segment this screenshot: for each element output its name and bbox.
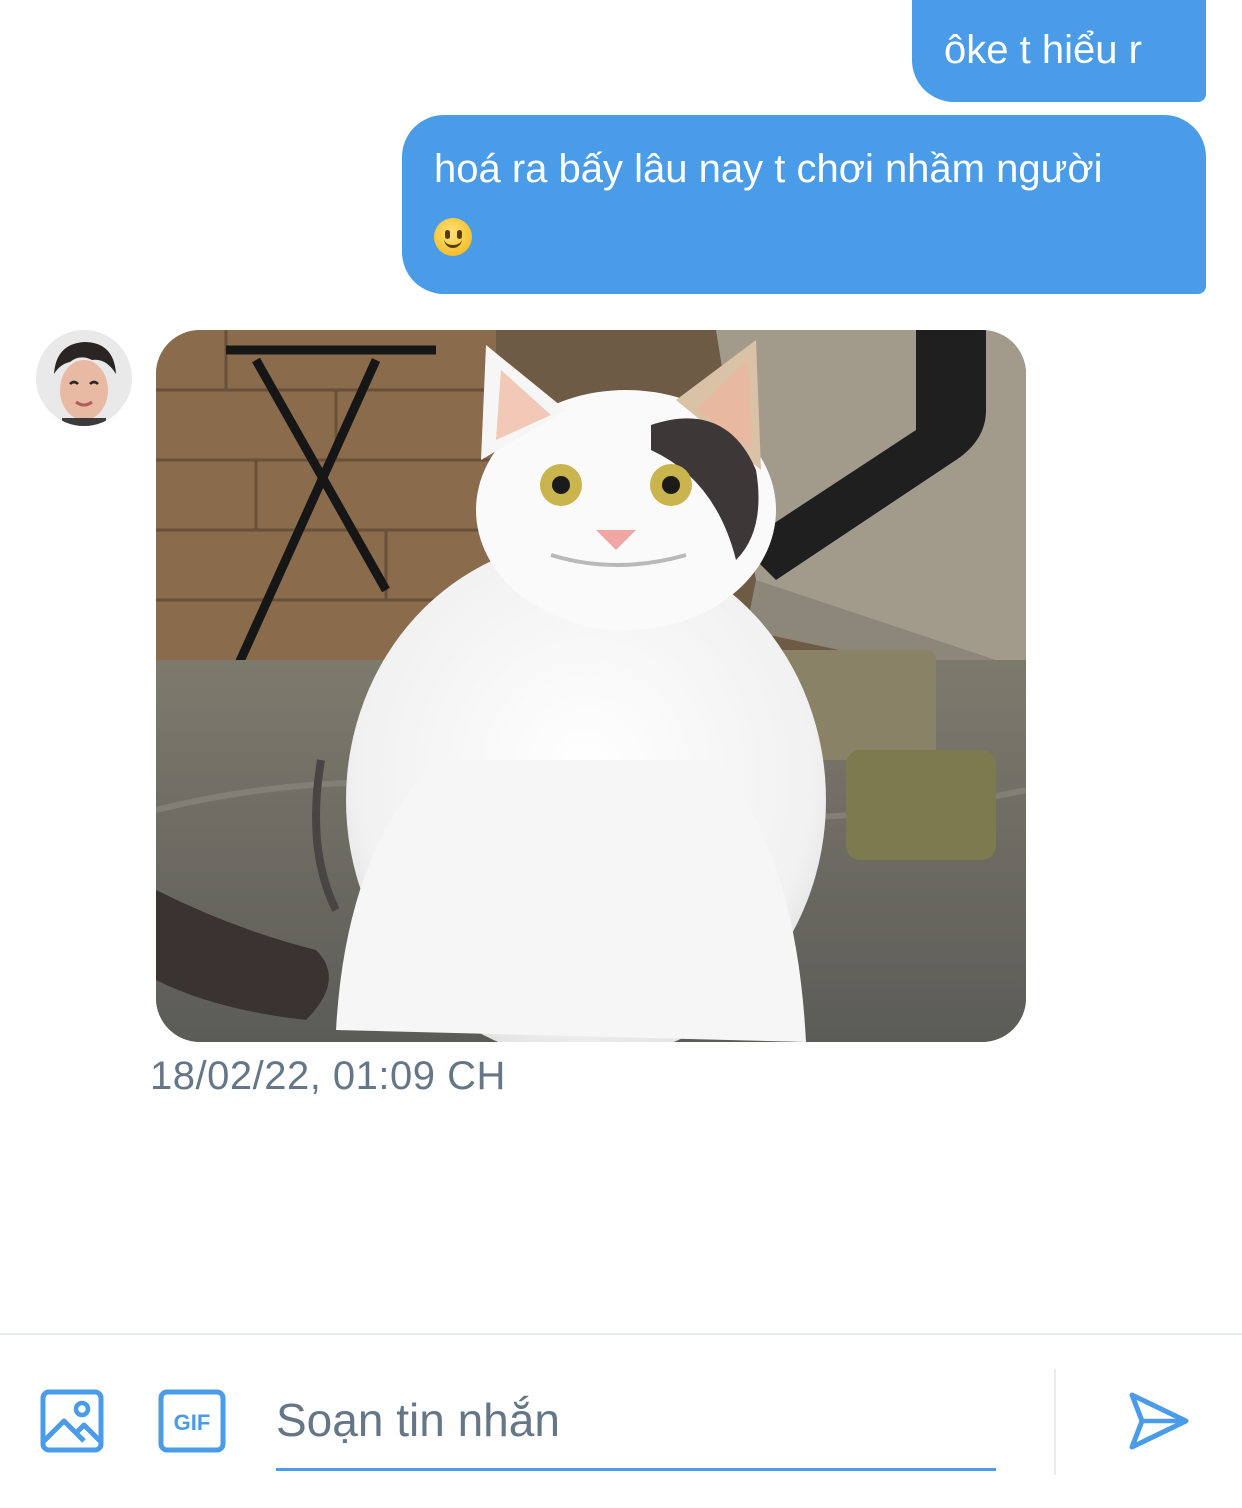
avatar[interactable] (36, 330, 132, 426)
message-input[interactable] (276, 1371, 996, 1471)
message-text: ôke t hiểu r (944, 28, 1142, 72)
cat-photo (156, 330, 1026, 1042)
message-timestamp: 18/02/22, 01:09 CH (150, 1054, 506, 1098)
gif-icon[interactable]: GIF (158, 1389, 226, 1453)
outgoing-message-bubble[interactable]: ôke t hiểu r (912, 0, 1206, 102)
outgoing-message-bubble[interactable]: hoá ra bấy lâu nay t chơi nhầm người (402, 115, 1206, 294)
image-attachment[interactable] (156, 330, 1026, 1042)
smiling-face-emoji (434, 218, 472, 257)
image-icon[interactable] (40, 1389, 104, 1453)
composer-divider (1054, 1369, 1056, 1475)
gif-label: GIF (174, 1410, 211, 1435)
send-icon[interactable] (1126, 1389, 1190, 1453)
message-text: hoá ra bấy lâu nay t chơi nhầm người (434, 147, 1103, 191)
message-composer: GIF (0, 1333, 1242, 1508)
avatar-image (36, 330, 132, 426)
